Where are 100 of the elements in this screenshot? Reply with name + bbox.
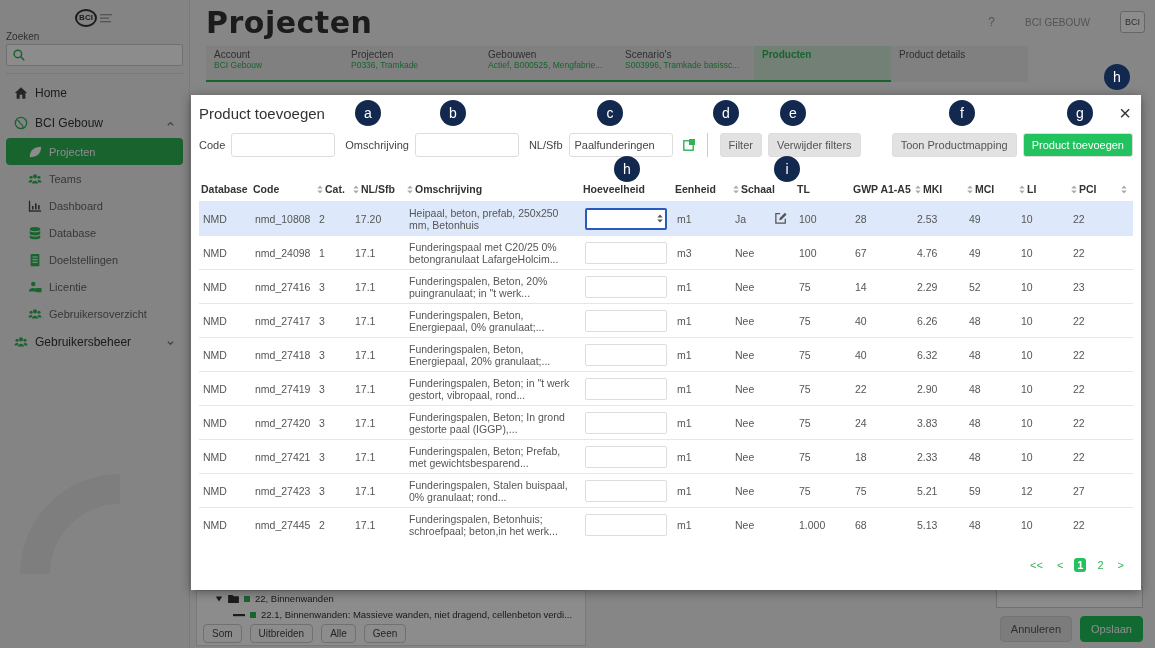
column-header[interactable]: Hoeveelheid	[583, 183, 645, 195]
column-header[interactable]: Cat.	[325, 183, 345, 195]
nav-item[interactable]: Home	[6, 78, 183, 108]
table-cell: 1.000	[799, 518, 826, 531]
table-cell: NMD	[203, 212, 227, 225]
table-row[interactable]: NMD nmd_27423 3 17.1 Funderingspalen, Stalen buispaal, 0% granulaat; rond... m1 Nee 75 75 5.21 59 12 27	[199, 473, 1133, 508]
edit-icon[interactable]	[775, 211, 787, 224]
table-row[interactable]: NMD nmd_27420 3 17.1 Funderingspalen, Beton; In grond gestorte paal (IGGP),... m1 Nee 75 24 3.83 48 10 22	[199, 405, 1133, 440]
column-header[interactable]: Code	[253, 183, 280, 195]
column-header[interactable]: LI	[1027, 183, 1037, 195]
column-header[interactable]: NL/Sfb	[361, 183, 395, 195]
table-cell: 10	[1021, 450, 1033, 463]
sort-icon[interactable]	[1071, 185, 1077, 194]
folder-icon	[228, 594, 239, 603]
step-tab[interactable]: Product details	[891, 46, 1028, 82]
table-row[interactable]: NMD nmd_27418 3 17.1 Funderingspalen, Beton, Energiepaal, 20% granulaat;... m1 Nee 75 40 6.32 48 10 22	[199, 337, 1133, 372]
table-cell: m1	[677, 484, 692, 497]
caret-down-icon[interactable]	[215, 594, 223, 603]
quantity-field[interactable]	[585, 207, 667, 230]
column-header[interactable]: Eenheid	[675, 183, 716, 195]
step-value: Actief, B000525, Mengfabrie...	[488, 60, 604, 70]
step-tab[interactable]: Gebouwen Actief, B000525, Mengfabrie...	[480, 46, 617, 82]
table-cell: 10	[1021, 518, 1033, 531]
nav-item[interactable]: Doelstellingen	[6, 246, 183, 273]
table-row[interactable]: NMD nmd_24098 1 17.1 Funderingspaal met C20/25 0% betongranulaat LafargeHolcim... m3 Nee 100 67 4.76 49 10 22	[199, 235, 1133, 270]
spinner-icon[interactable]	[657, 214, 663, 223]
column-header[interactable]: MCI	[975, 183, 995, 195]
avatar[interactable]: BCI	[1120, 11, 1145, 33]
tree-button[interactable]: Som	[203, 624, 242, 643]
table-row[interactable]: NMD nmd_27445 2 17.1 Funderingspalen, Betonhuis; schroefpaal; beton,in het werk... m1 Nee 1.000 68 5.13 48 10 22	[199, 507, 1133, 541]
page-link[interactable]: 2	[1094, 558, 1107, 572]
filter-field[interactable]: Paalfunderingen	[568, 133, 673, 157]
field-label: Code	[199, 139, 226, 151]
column-header[interactable]: PCI	[1079, 183, 1097, 195]
form-button[interactable]: Annuleren	[999, 616, 1072, 642]
nav-label: Database	[49, 226, 98, 239]
filter-field[interactable]	[231, 133, 336, 157]
sort-icon[interactable]	[353, 185, 359, 194]
table-row[interactable]: NMD nmd_27421 3 17.1 Funderingspalen, Beton; Prefab, met gewichtsbesparend... m1 Nee 75 18 2.33 48 10 22	[199, 439, 1133, 474]
table-cell: 22	[1073, 212, 1085, 225]
table-cell: nmd_27445	[255, 518, 311, 531]
tree-label[interactable]: 22, Binnenwanden	[255, 593, 334, 604]
nav-item[interactable]: Gebruikersoverzicht	[6, 300, 183, 327]
table-cell: 48	[969, 518, 981, 531]
nav-item[interactable]: Gebruikersbeheer	[6, 327, 183, 357]
sort-icon[interactable]	[915, 185, 921, 194]
table-cell: Nee	[735, 348, 755, 361]
sort-icon[interactable]	[967, 185, 973, 194]
nav-item[interactable]: Teams	[6, 165, 183, 192]
table-cell: 3	[319, 280, 325, 293]
sort-icon[interactable]	[317, 185, 323, 194]
tree-button[interactable]: Geen	[363, 624, 407, 643]
nav-item[interactable]: Dashboard	[6, 192, 183, 219]
step-label: Producten	[762, 49, 813, 60]
nav-item[interactable]: Database	[6, 219, 183, 246]
page-link[interactable]: <	[1053, 558, 1067, 572]
nav-item[interactable]: BCI Gebouw	[6, 108, 183, 138]
page-link[interactable]: >	[1114, 558, 1127, 572]
tree-button[interactable]: Uitbreiden	[249, 624, 314, 643]
action-button[interactable]: Filter	[719, 133, 762, 157]
action-button[interactable]: Verwijder filters	[767, 133, 861, 157]
column-header[interactable]: GWP A1-A5	[853, 183, 911, 195]
column-header[interactable]: TL	[797, 183, 810, 195]
table-cell: NMD	[203, 416, 227, 429]
sort-icon[interactable]	[1019, 185, 1025, 194]
column-header[interactable]: Omschrijving	[415, 183, 483, 195]
table-cell: 17.1	[355, 450, 376, 463]
table-cell: 2.29	[917, 280, 938, 293]
table-cell: 22	[855, 382, 867, 395]
nav-label: Doelstellingen	[49, 253, 120, 266]
table-cell: NMD	[203, 450, 227, 463]
table-cell: 48	[969, 314, 981, 327]
table-cell: 75	[799, 348, 811, 361]
close-button[interactable]: ×	[1117, 104, 1133, 122]
step-tab[interactable]: Scenario's S003996, Tramkade basissc...	[617, 46, 754, 82]
nav-item[interactable]: Licentie	[6, 273, 183, 300]
tree-label[interactable]: 22.1, Binnenwanden: Massieve wanden, niet dragend, cellenbeton verdi...	[261, 609, 573, 620]
column-header[interactable]: MKI	[923, 183, 943, 195]
filter-field[interactable]	[414, 133, 519, 157]
step-tab[interactable]: Account BCI Gebouw	[206, 46, 343, 82]
column-header[interactable]: Database	[201, 183, 248, 195]
table-row[interactable]: NMD nmd_27419 3 17.1 Funderingspalen, Beton; in "t werk gestort, vibropaal, rond... m1 Nee 75 22 2.90 48 10 22	[199, 371, 1133, 406]
step-tab[interactable]: Projecten P0336, Tramkade	[343, 46, 480, 82]
table-cell: NMD	[203, 484, 227, 497]
table-cell: 17.1	[355, 382, 376, 395]
page-link[interactable]: <<	[1027, 558, 1046, 572]
sort-icon[interactable]	[733, 185, 739, 194]
action-button[interactable]: Toon Productmapping	[891, 133, 1017, 157]
table-cell: Nee	[735, 280, 755, 293]
sort-icon[interactable]	[407, 185, 413, 194]
search-field[interactable]	[6, 44, 183, 66]
column-header[interactable]: Schaal	[741, 183, 775, 195]
table-row[interactable]: NMD nmd_27417 3 17.1 Funderingspalen, Beton, Energiepaal, 0% granulaat;... m1 Nee 75 40 6.26 48 10 22	[199, 303, 1133, 338]
tree-button[interactable]: Alle	[321, 624, 356, 643]
table-cell: 12	[1021, 484, 1033, 497]
export-icon[interactable]	[682, 139, 695, 151]
sort-icon[interactable]	[1121, 185, 1127, 194]
table-row[interactable]: NMD nmd_27416 3 17.1 Funderingspalen, Beton, 20% puingranulaat; in "t werk... m1 Nee 75 14 2.29 52 10 23	[199, 269, 1133, 304]
table-row[interactable]: NMD nmd_10808 2 17.20 Heipaal, beton, prefab, 250x250 mm, Betonhuis m1 Ja 100 28 2.53 49 10 22	[199, 201, 1133, 236]
table-cell: 17.1	[355, 484, 376, 497]
